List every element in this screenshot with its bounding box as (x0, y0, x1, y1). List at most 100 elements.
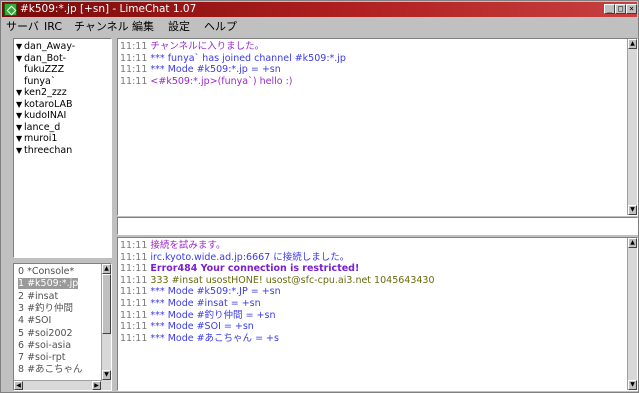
log-line: 11:11 333 #insat usostHONE! usost@sfc-cp… (120, 275, 435, 286)
expand-arrow-icon: ▼ (16, 122, 23, 132)
channel-list-item[interactable]: 1 #k509:*.jp (18, 278, 79, 290)
snowflake-decoration: ✱ (588, 55, 624, 104)
channel-list-item[interactable]: 4 #SOI (18, 315, 51, 326)
snowflake-decoration: ✱ (202, 187, 224, 216)
log-message: *** funya` has joined channel #k509:*.jp (150, 52, 346, 64)
scroll-thumb[interactable] (102, 274, 111, 334)
log-message: *** Mode #あこちゃん = +s (150, 332, 279, 344)
snowflake-decoration: ✱ (268, 348, 290, 378)
console-log[interactable]: ✱✱✱✱✱✱✱✱✱✱ ▲ ▼ 11:11 接続を試みます。11:11 irc.k… (117, 237, 638, 391)
log-message: チャンネルに入りました。 (150, 41, 265, 52)
scroll-down-button[interactable]: ▼ (628, 205, 637, 215)
channel-list-item[interactable]: 2 #insat (18, 291, 58, 302)
nick-list-item[interactable]: ▼ dan_Bot- (16, 53, 66, 64)
nick-name: dan_Bot- (24, 52, 67, 64)
log-timestamp: 11:11 (120, 240, 148, 251)
scroll-down-button[interactable]: ▼ (102, 370, 111, 380)
message-input[interactable] (117, 217, 638, 235)
nick-list-item[interactable]: fukuZZZ (16, 64, 64, 75)
expand-arrow-icon: ▼ (16, 111, 23, 120)
channel-list-item[interactable]: 0 *Console* (18, 266, 74, 277)
nick-list-item[interactable]: ▼ ken2_zzz (16, 87, 67, 98)
close-button[interactable]: × (626, 4, 637, 14)
minimize-button[interactable]: _ (604, 4, 615, 14)
limechat-app-icon (4, 3, 17, 16)
menu-help[interactable]: ヘルプ (204, 20, 237, 34)
channel-list-scrollbar[interactable]: ▲ ▼ (101, 264, 111, 390)
maximize-button[interactable]: □ (615, 4, 626, 14)
log-timestamp: 11:11 (120, 298, 148, 309)
log-message: *** Mode #釣り仲間 = +sn (150, 309, 276, 321)
log-message: *** Mode #k509:*.jp = +sn (150, 64, 281, 76)
title-bar[interactable]: #k509:*.jp [+sn] - LimeChat 1.07 _ □ × (2, 2, 637, 17)
nick-list-item[interactable]: ▼ muroi1 (16, 133, 57, 144)
channel-list[interactable]: ▲ ▼ ◀ ▶ 0 *Console* 1 #k509:*.jp 2 #insat 3… (13, 263, 112, 391)
nick-list-item[interactable]: ▼ kudoINAI (16, 110, 66, 121)
log-message: *** Mode #SOI = +sn (150, 321, 254, 333)
log-timestamp: 11:11 (120, 286, 148, 298)
log-timestamp: 11:11 (120, 332, 148, 344)
nick-list-item[interactable]: ▼ threechan (16, 145, 72, 156)
nick-list-item[interactable]: ▼ dan_Away- (16, 41, 75, 52)
channel-list-hscrollbar[interactable]: ◀ ▶ (14, 380, 102, 390)
channel-list-item[interactable]: 3 #釣り仲間 (18, 303, 73, 314)
scroll-down-button[interactable]: ▼ (628, 380, 637, 390)
chat-log[interactable]: ✱✱✱✱✱✱✱✱✱✱✱✱ ▲ ▼ 11:11 チャンネルに入りました。11:11… (117, 38, 638, 216)
snowflake-decoration: ✱ (380, 354, 402, 384)
log-message: *** Mode #k509:*.JP = +sn (150, 286, 281, 298)
menu-edit[interactable]: 編集 (132, 20, 154, 34)
menu-bar: サーバ IRC チャンネル 編集 設定 ヘルプ (2, 18, 637, 36)
menu-server[interactable]: サーバ (6, 20, 39, 34)
nick-list-item[interactable]: ▼ lance_d (16, 122, 60, 133)
limechat-window: #k509:*.jp [+sn] - LimeChat 1.07 _ □ × サ… (0, 0, 639, 393)
menu-settings[interactable]: 設定 (168, 20, 190, 34)
channel-list-item[interactable]: 7 #soi-rpt (18, 352, 66, 363)
channel-list-item[interactable]: 5 #soi2002 (18, 328, 73, 339)
snowflake-decoration: ✱ (506, 89, 528, 119)
nick-name: dan_Away- (24, 41, 76, 52)
log-line: 11:11 *** Mode #SOI = +sn (120, 321, 254, 332)
log-timestamp: 11:11 (120, 274, 148, 286)
scroll-left-button[interactable]: ◀ (14, 381, 23, 390)
scroll-right-button[interactable]: ▶ (92, 381, 101, 390)
nick-list-item[interactable]: ▼ kotaroLAB (16, 99, 73, 110)
snowflake-decoration: ✱ (494, 288, 530, 337)
menu-channel[interactable]: チャンネル (74, 20, 129, 34)
nick-name: muroi1 (24, 133, 58, 144)
log-message: 接続を試みます。 (150, 240, 226, 251)
window-title: #k509:*.jp [+sn] - LimeChat 1.07 (20, 3, 197, 15)
scroll-up-button[interactable]: ▲ (102, 264, 111, 274)
snowflake-decoration: ✱ (410, 191, 432, 216)
nick-list[interactable]: ▼ dan_Away- ▼ dan_Bot-fukuZZZ funya` ▼ ken2_zz… (13, 38, 112, 258)
log-message: *** Mode #insat = +sn (150, 298, 261, 309)
expand-arrow-icon: ▼ (16, 88, 23, 97)
log-message: <#k509:*.jp>(funya`) hello :) (150, 75, 293, 87)
snowflake-decoration: ✱ (524, 364, 546, 391)
expand-arrow-icon: ▼ (16, 42, 23, 51)
log-line: 11:11 <#k509:*.jp>(funya`) hello :) (120, 76, 292, 87)
scroll-up-button[interactable]: ▲ (628, 39, 637, 49)
log-timestamp: 11:11 (120, 263, 148, 275)
console-log-scrollbar[interactable]: ▲ ▼ (627, 238, 637, 390)
channel-list-item[interactable]: 8 #あこちゃん (18, 364, 83, 375)
menu-irc[interactable]: IRC (44, 20, 62, 34)
log-line: 11:11 *** Mode #insat = +sn (120, 298, 261, 309)
snowflake-decoration: ✱ (438, 71, 460, 101)
expand-arrow-icon: ▼ (16, 134, 23, 143)
log-line: 11:11 *** funya` has joined channel #k50… (120, 53, 346, 64)
log-line: 11:11 接続を試みます。 (120, 240, 225, 251)
log-timestamp: 11:11 (120, 52, 148, 64)
nick-list-item[interactable]: funya` (16, 76, 56, 87)
chat-log-scrollbar[interactable]: ▲ ▼ (627, 39, 637, 215)
channel-list-item[interactable]: 6 #soi-asia (18, 340, 71, 351)
log-timestamp: 11:11 (120, 309, 148, 321)
nick-name: kotaroLAB (24, 98, 73, 110)
snowflake-decoration: ✱ (288, 141, 366, 216)
log-timestamp: 11:11 (120, 75, 148, 87)
log-line: 11:11 チャンネルに入りました。 (120, 41, 264, 52)
snowflake-decoration: ✱ (544, 149, 622, 216)
log-line: 11:11 irc.kyoto.wide.ad.jp:6667 に接続しました。 (120, 252, 349, 263)
snowflake-decoration: ✱ (354, 93, 390, 142)
expand-arrow-icon: ▼ (16, 53, 23, 63)
scroll-up-button[interactable]: ▲ (628, 238, 637, 248)
